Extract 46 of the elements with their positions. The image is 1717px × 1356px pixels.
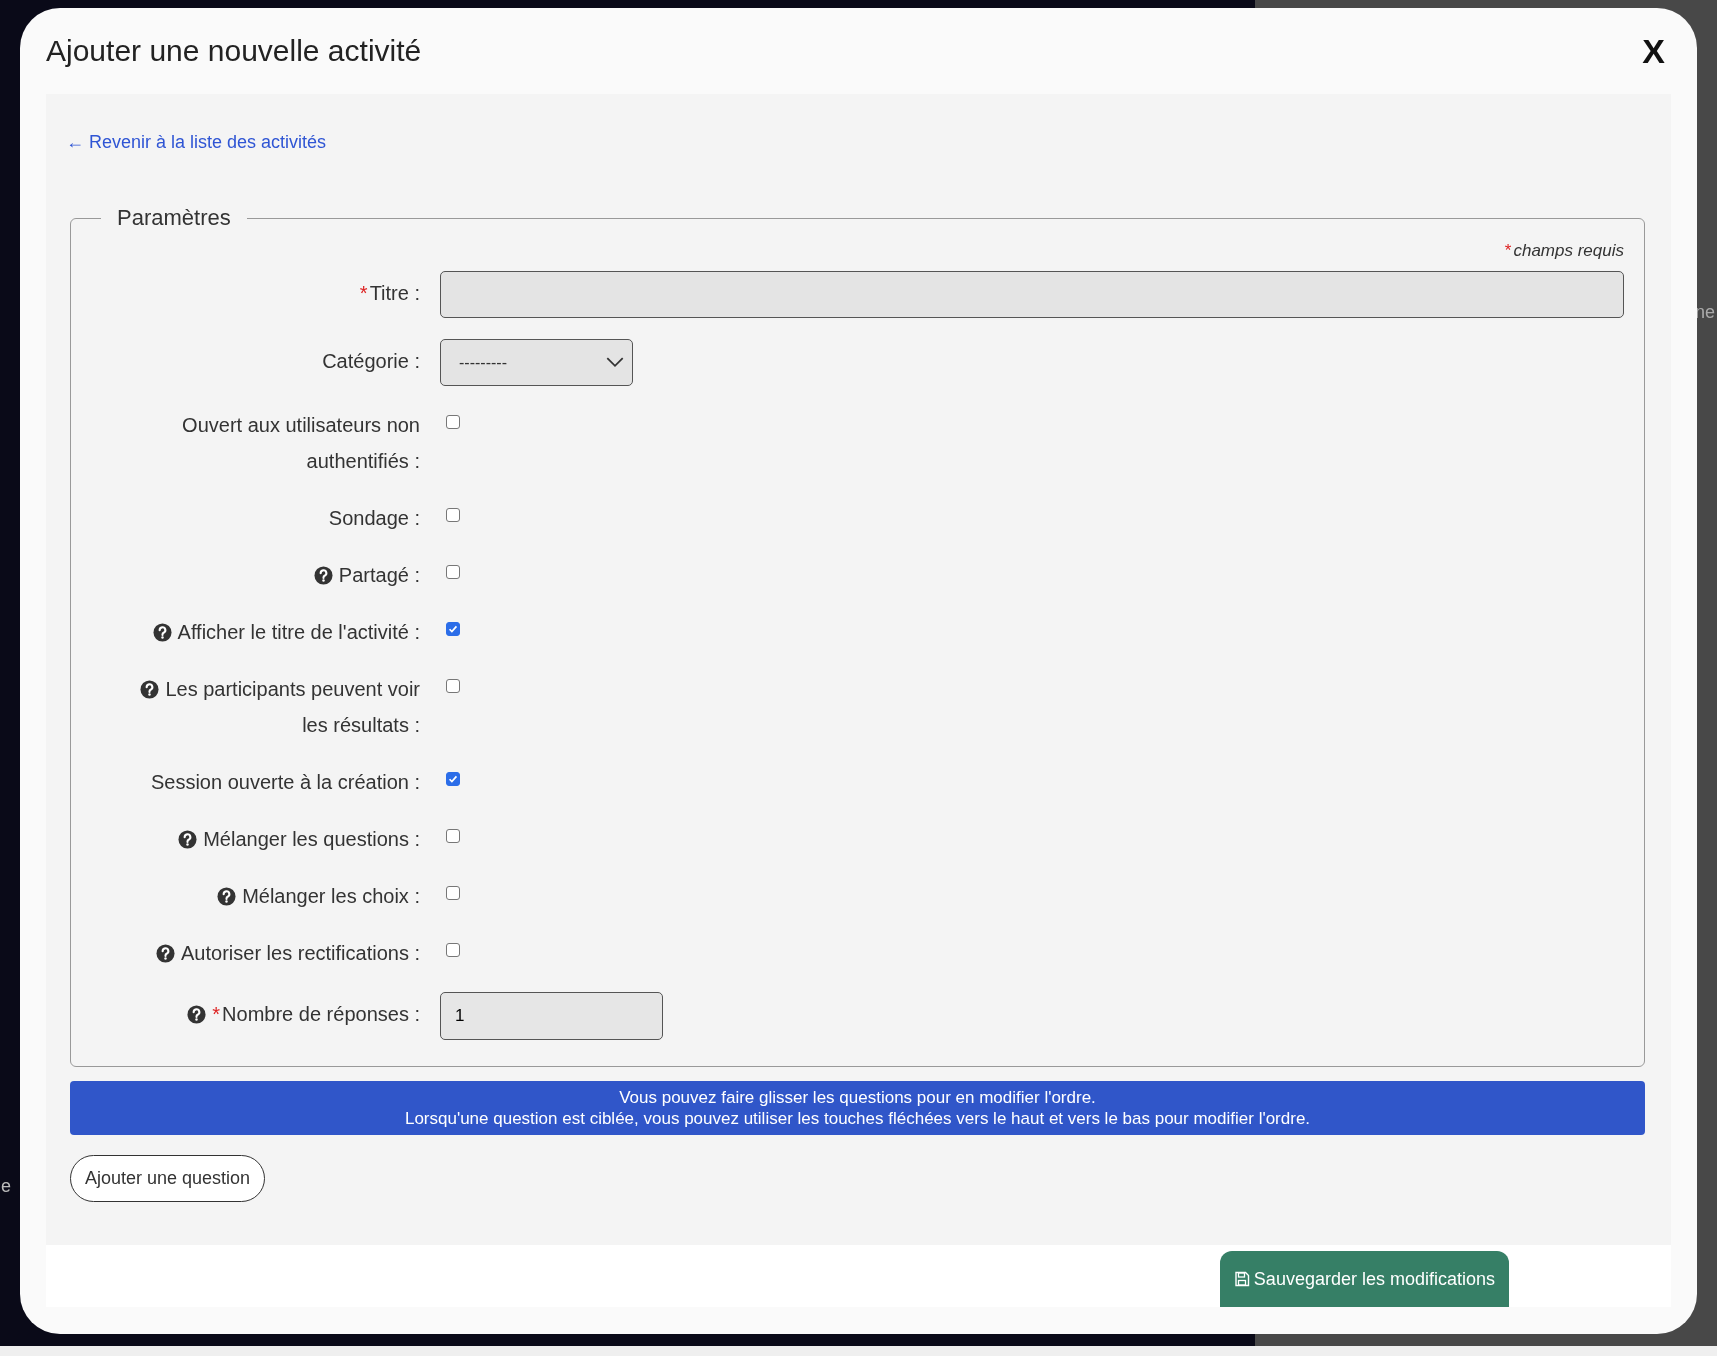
title-input[interactable] — [440, 271, 1624, 318]
field-label: Mélanger les questions : — [203, 827, 420, 852]
field-label: Sondage : — [328, 506, 420, 531]
checkbox[interactable] — [446, 622, 460, 636]
dialog-title: Ajouter une nouvelle activité — [46, 34, 422, 68]
checkbox[interactable] — [446, 943, 460, 957]
field-label: Ouvert aux utilisateurs non authentifiés : — [182, 413, 420, 474]
save-button[interactable]: Sauvegarder les modifications — [1219, 1251, 1509, 1307]
help-icon[interactable] — [313, 566, 333, 585]
field-label: Autoriser les rectifications : — [181, 941, 420, 966]
checkbox[interactable] — [446, 829, 460, 843]
field-label: Catégorie : — [322, 349, 420, 374]
field-label: Mélanger les choix : — [242, 884, 420, 909]
checkbox[interactable] — [446, 415, 460, 429]
help-icon[interactable] — [178, 830, 198, 849]
help-icon[interactable] — [140, 680, 160, 699]
help-icon[interactable] — [187, 1005, 207, 1024]
info-text: Lorsqu'une question est ciblée, vous pouvez utiliser les touches fléchées vers le haut et vers le bas pour modifier l'ordre. — [403, 1108, 1312, 1129]
checkbox[interactable] — [446, 508, 460, 522]
checkbox[interactable] — [446, 565, 460, 579]
help-icon[interactable] — [217, 887, 237, 906]
field-label: Session ouverte à la création : — [150, 770, 420, 795]
checkbox[interactable] — [446, 886, 460, 900]
checkbox[interactable] — [446, 679, 460, 693]
field-label: Afficher le titre de l'activité : — [177, 620, 420, 645]
chevron-down-icon — [606, 357, 624, 368]
required-asterisk: * — [1504, 241, 1512, 261]
save-icon — [1233, 1271, 1250, 1287]
number-input[interactable]: 1 — [440, 992, 663, 1040]
field-label: Les participants peuvent voir les résultats : — [165, 677, 420, 738]
add-question-button[interactable]: Ajouter une question — [70, 1155, 266, 1202]
required-asterisk: * — [212, 1002, 221, 1027]
field-label: Nombre de réponses : — [222, 1002, 420, 1027]
back-link[interactable]: ← Revenir à la liste des activités — [66, 132, 327, 153]
category-select[interactable]: --------- — [440, 339, 633, 386]
backdrop-text: e — [1, 1176, 11, 1197]
help-icon[interactable] — [152, 623, 172, 642]
field-label: Titre : — [369, 281, 420, 306]
help-icon[interactable] — [156, 944, 175, 963]
field-label: Partagé : — [338, 563, 420, 588]
close-button[interactable]: X — [1638, 31, 1669, 71]
fieldset-legend: Paramètres — [101, 205, 247, 231]
required-asterisk: * — [359, 281, 368, 306]
required-note-text: champs requis — [1513, 241, 1624, 261]
info-text: Vous pouvez faire glisser les questions pour en modifier l'ordre. — [618, 1087, 1097, 1108]
checkbox[interactable] — [446, 772, 460, 786]
